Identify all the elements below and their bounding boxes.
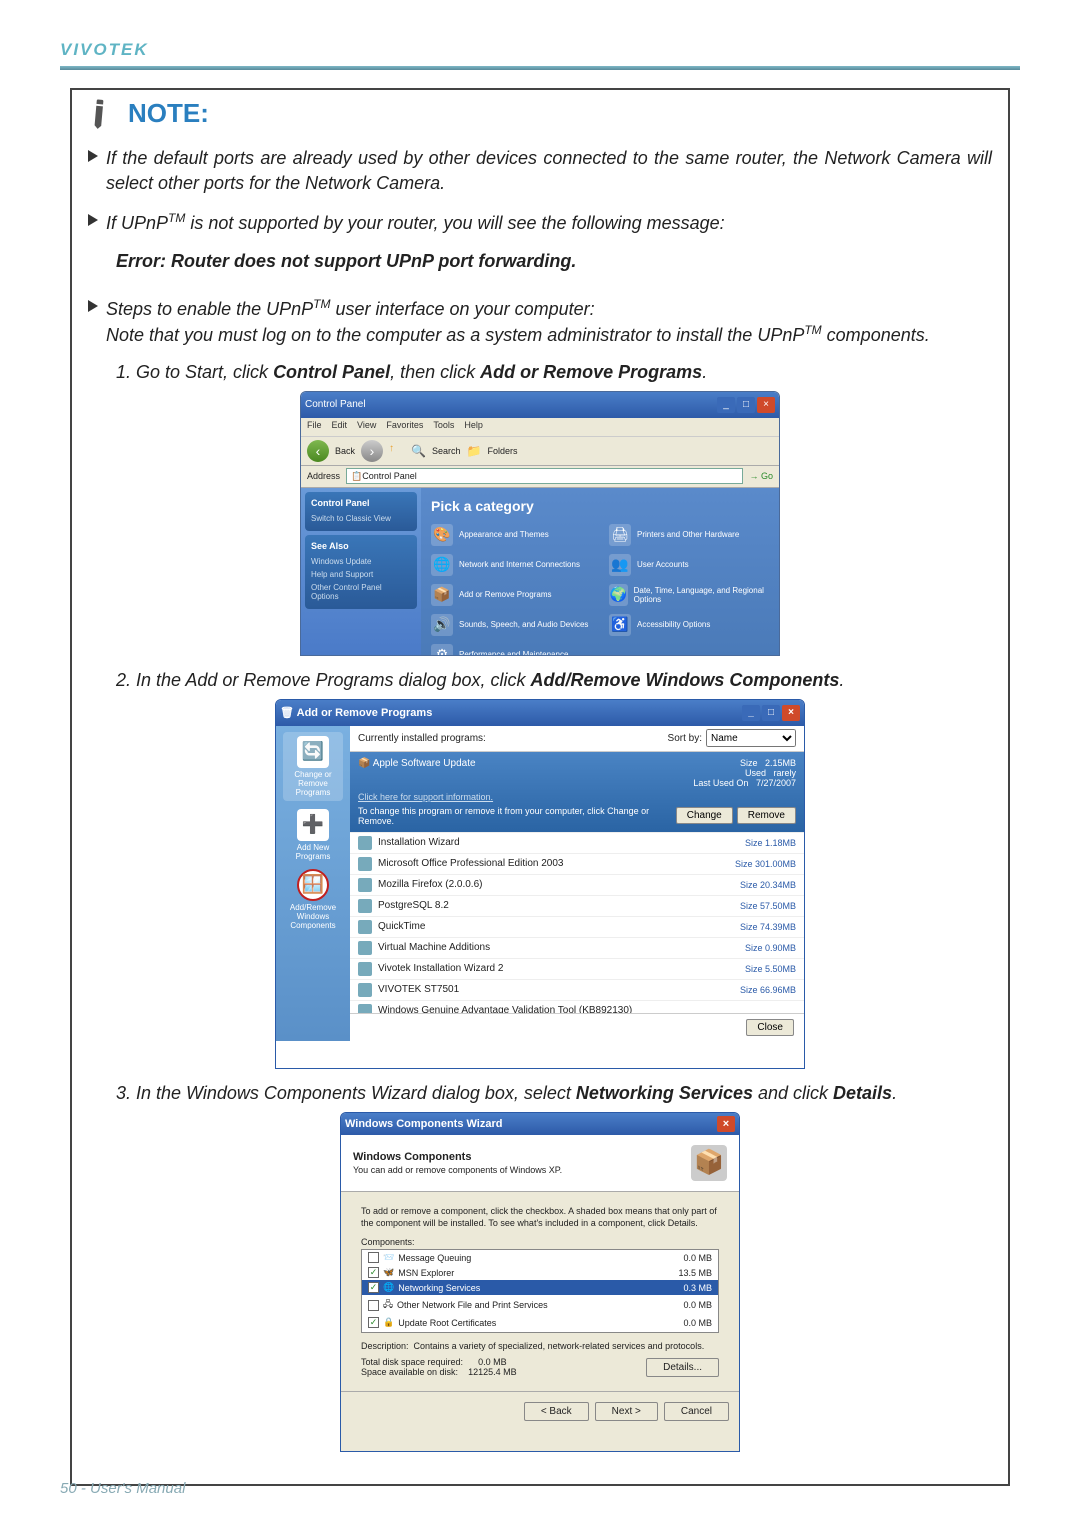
cp-side-link[interactable]: Windows Update [311,555,411,568]
page-footer: 50 - User's Manual [60,1480,185,1497]
pencil-icon [75,89,123,137]
cp-switch-view[interactable]: Switch to Classic View [311,512,411,525]
cp-category[interactable]: 🖨Printers and Other Hardware [609,524,769,546]
wiz-description: Description: Contains a variety of speci… [361,1341,719,1351]
cp-side-header: Control Panel [311,498,411,508]
wiz-heading: Windows Components [353,1151,562,1163]
wiz-details-button[interactable]: Details... [646,1358,719,1377]
arp-item[interactable]: VIVOTEK ST7501Size 66.96MB [350,980,804,1001]
arp-change-remove[interactable]: 🔄 Change or Remove Programs [283,732,343,801]
wiz-row[interactable]: ✓🔒 Update Root Certificates0.0 MB [362,1315,718,1330]
arp-sort-select[interactable]: Name [706,729,796,747]
wiz-row[interactable]: ✓🦋 MSN Explorer13.5 MB [362,1265,718,1280]
arp-close-button[interactable]: Close [746,1019,794,1036]
control-panel-window: Control Panel _ □ × FileEditViewFavorite… [300,391,780,656]
header-divider [60,66,1020,70]
arp-support-link[interactable]: Click here for support information. [358,792,796,802]
cp-side-link[interactable]: Help and Support [311,568,411,581]
minimize-button[interactable]: _ [742,705,760,721]
checkbox-icon[interactable]: ✓ [368,1267,379,1278]
close-button[interactable]: × [782,705,800,721]
cp-category[interactable]: ♿Accessibility Options [609,614,769,636]
cp-category[interactable]: ⚙Performance and Maintenance [431,644,591,656]
arp-item[interactable]: Installation WizardSize 1.18MB [350,833,804,854]
arp-add-remove-windows[interactable]: 🪟 Add/Remove Windows Components [283,869,343,930]
wiz-instructions: To add or remove a component, click the … [361,1206,719,1229]
arp-add-new[interactable]: ➕ Add New Programs [283,809,343,861]
components-icon: 📦 [691,1145,727,1181]
arp-remove-button[interactable]: Remove [737,807,796,824]
arp-sort-label: Sort by: [668,733,702,744]
arp-item[interactable]: Mozilla Firefox (2.0.0.6)Size 20.34MB [350,875,804,896]
arp-item[interactable]: Virtual Machine AdditionsSize 0.90MB [350,938,804,959]
cp-category-add-remove[interactable]: 📦Add or Remove Programs [431,584,591,606]
note-bullet-2: If UPnPTM is not supported by your route… [106,210,992,236]
note-title: NOTE: [128,98,209,129]
checkbox-icon[interactable]: ✓ [368,1282,379,1293]
arp-change-button[interactable]: Change [676,807,733,824]
step-3: 3. In the Windows Components Wizard dial… [88,1083,992,1104]
add-remove-programs-window: 🗑 Add or Remove Programs _ □ × 🔄 Change … [275,699,805,1069]
cp-category[interactable]: 🌐Network and Internet Connections [431,554,591,576]
wiz-components-list: 📨 Message Queuing0.0 MB ✓🦋 MSN Explorer1… [361,1249,719,1333]
cp-category[interactable]: 👥User Accounts [609,554,769,576]
forward-button[interactable]: › [361,440,383,462]
bullet-icon [88,214,98,226]
wiz-title: Windows Components Wizard [345,1118,502,1130]
close-button[interactable]: × [757,397,775,413]
note-box: NOTE: If the default ports are already u… [70,88,1010,1486]
cp-category[interactable]: 🌍Date, Time, Language, and Regional Opti… [609,584,769,606]
wiz-back-button[interactable]: < Back [524,1402,589,1421]
arp-item[interactable]: Vivotek Installation Wizard 2Size 5.50MB [350,959,804,980]
cp-toolbar: ‹ Back › ↑ 🔍Search 📁Folders [301,436,779,466]
step-2: 2. In the Add or Remove Programs dialog … [88,670,992,691]
cp-see-also: See Also [311,541,411,551]
arp-item[interactable]: QuickTimeSize 74.39MB [350,917,804,938]
bullet-icon [88,150,98,162]
wiz-row-networking-services[interactable]: ✓🌐 Networking Services0.3 MB [362,1280,718,1295]
checkbox-icon[interactable]: ✓ [368,1317,379,1328]
cp-category[interactable]: 🎨Appearance and Themes [431,524,591,546]
wiz-cancel-button[interactable]: Cancel [664,1402,729,1421]
bullet-icon [88,300,98,312]
checkbox-icon[interactable] [368,1252,379,1263]
note-bullet-3: Steps to enable the UPnPTM user interfac… [106,296,992,348]
cp-menu-bar[interactable]: FileEditViewFavoritesToolsHelp [301,418,779,436]
maximize-button[interactable]: □ [737,397,755,413]
arp-item[interactable]: Windows Genuine Advantage Validation Too… [350,1001,804,1013]
wiz-row[interactable]: 📨 Message Queuing0.0 MB [362,1250,718,1265]
back-button[interactable]: ‹ [307,440,329,462]
arp-title: Add or Remove Programs [297,707,433,719]
wiz-subheading: You can add or remove components of Wind… [353,1165,562,1175]
wiz-row[interactable]: 🖧 Other Network File and Print Services0… [362,1295,718,1315]
note-bullet-1: If the default ports are already used by… [106,146,992,196]
cp-category-title: Pick a category [431,498,769,514]
wiz-components-label: Components: [361,1237,719,1247]
maximize-button[interactable]: □ [762,705,780,721]
minimize-button[interactable]: _ [717,397,735,413]
arp-header-label: Currently installed programs: [358,733,486,744]
checkbox-icon[interactable] [368,1300,379,1311]
cp-side-link[interactable]: Other Control Panel Options [311,581,411,603]
windows-components-wizard: Windows Components Wizard × Windows Comp… [340,1112,740,1452]
address-bar[interactable]: 📋 Control Panel [346,468,743,484]
close-button[interactable]: × [717,1116,735,1132]
go-button[interactable]: → Go [749,471,773,481]
brand-header: VIVOTEK [60,40,1020,60]
error-message: Error: Router does not support UPnP port… [88,251,992,272]
up-icon[interactable]: ↑ [389,443,405,459]
arp-windows-components-icon: 🪟 [297,869,329,901]
cp-window-title: Control Panel [305,399,366,410]
cp-category[interactable]: 🔊Sounds, Speech, and Audio Devices [431,614,591,636]
arp-item[interactable]: PostgreSQL 8.2Size 57.50MB [350,896,804,917]
arp-item[interactable]: Microsoft Office Professional Edition 20… [350,854,804,875]
arp-item-selected[interactable]: 📦 Apple Software Update Size 2.15MB Used… [350,752,804,833]
arp-program-list: 📦 Apple Software Update Size 2.15MB Used… [350,752,804,1013]
wiz-next-button[interactable]: Next > [595,1402,658,1421]
step-1: 1. Go to Start, click Control Panel, the… [88,362,992,383]
